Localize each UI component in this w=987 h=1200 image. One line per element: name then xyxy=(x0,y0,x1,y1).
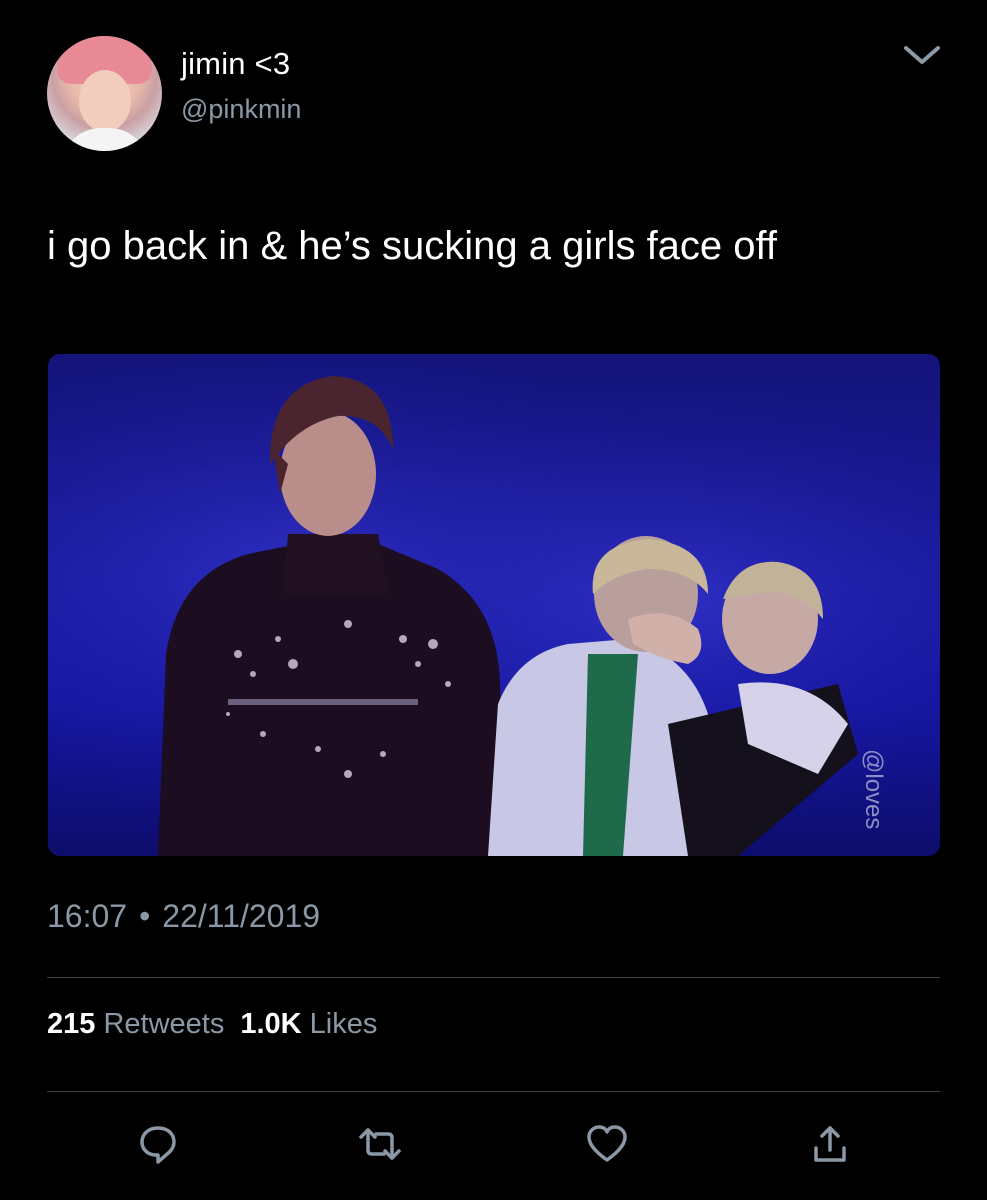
avatar-face xyxy=(79,70,131,132)
tweet-date: 22/11/2019 xyxy=(162,898,321,934)
media-watermark: @loves xyxy=(860,749,887,829)
avatar[interactable] xyxy=(47,36,162,151)
tweet-stats: 215 Retweets 1.0K Likes xyxy=(47,1008,377,1041)
tweet-timestamp[interactable]: 16:07 • 22/11/2019 xyxy=(47,898,320,935)
retweets-stat[interactable]: 215 Retweets xyxy=(47,1008,224,1040)
tweet-text: i go back in & he’s sucking a girls face… xyxy=(47,224,778,268)
likes-stat[interactable]: 1.0K Likes xyxy=(240,1008,377,1040)
action-bar xyxy=(0,1120,987,1170)
reply-icon[interactable] xyxy=(134,1120,182,1168)
divider xyxy=(47,977,940,978)
chevron-down-icon[interactable] xyxy=(900,40,944,70)
heart-icon[interactable] xyxy=(583,1120,631,1168)
display-name[interactable]: jimin <3 xyxy=(181,46,290,82)
likes-label: Likes xyxy=(309,1008,378,1040)
share-icon[interactable] xyxy=(806,1120,854,1168)
timestamp-separator: • xyxy=(139,898,151,934)
retweet-icon[interactable] xyxy=(356,1120,404,1168)
retweets-count: 215 xyxy=(47,1008,96,1040)
tweet-media-image[interactable]: @loves xyxy=(48,354,940,856)
avatar-shirt xyxy=(61,128,149,151)
retweets-label: Retweets xyxy=(103,1008,225,1040)
user-handle[interactable]: @pinkmin xyxy=(181,94,301,125)
likes-count: 1.0K xyxy=(240,1008,302,1040)
tweet-time: 16:07 xyxy=(47,898,128,934)
divider xyxy=(47,1091,940,1092)
tweet-detail: jimin <3 @pinkmin i go back in & he’s su… xyxy=(0,0,987,1200)
